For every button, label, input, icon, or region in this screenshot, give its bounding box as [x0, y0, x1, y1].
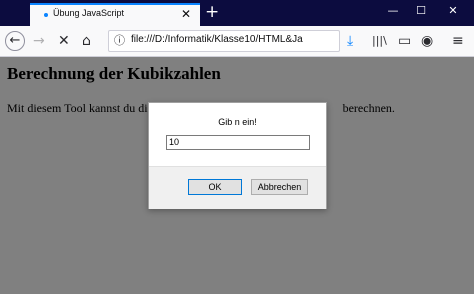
library-icon[interactable]: |||\ [372, 32, 387, 50]
account-icon[interactable]: ◉ [421, 32, 433, 50]
tab-close-icon[interactable]: ✕ [181, 7, 191, 21]
nav-toolbar: ← → ✕ ⌂ ⓘ file:///D:/Informatik/Klasse10… [0, 26, 474, 57]
menu-icon[interactable]: ≡ [452, 32, 464, 50]
stop-icon[interactable]: ✕ [58, 32, 70, 50]
new-tab-button[interactable]: + [205, 2, 219, 22]
forward-icon[interactable]: → [33, 32, 45, 50]
tab-active[interactable]: Übung JavaScript ✕ [30, 3, 200, 26]
ok-button[interactable]: OK [188, 179, 242, 195]
back-arrow-icon: ← [9, 33, 21, 48]
close-window-button[interactable]: ✕ [443, 4, 463, 17]
dialog-input[interactable]: 10 [166, 135, 310, 150]
prompt-dialog: Gib n ein! 10 OK Abbrechen [148, 102, 327, 209]
back-button[interactable]: ← [5, 31, 25, 51]
url-bar[interactable]: ⓘ file:///D:/Informatik/Klasse10/HTML&Ja [108, 30, 340, 52]
tab-active-indicator [30, 3, 200, 5]
maximize-button[interactable]: ☐ [411, 4, 431, 17]
page-heading: Berechnung der Kubikzahlen [7, 64, 221, 83]
info-icon[interactable]: ⓘ [114, 32, 125, 48]
url-text[interactable]: file:///D:/Informatik/Klasse10/HTML&Ja [131, 34, 336, 45]
dialog-prompt-text: Gib n ein! [218, 117, 257, 127]
tab-favicon-icon [44, 13, 48, 17]
sidebar-icon[interactable]: ▭ [398, 32, 411, 50]
title-bar: Übung JavaScript ✕ + — ☐ ✕ [0, 0, 474, 26]
tab-title: Übung JavaScript [53, 8, 125, 18]
cancel-button[interactable]: Abbrechen [251, 179, 308, 195]
paragraph-end: berechnen. [342, 101, 395, 115]
dialog-footer: OK Abbrechen [149, 166, 326, 209]
download-icon[interactable]: ⤓ [347, 32, 353, 50]
home-icon[interactable]: ⌂ [82, 32, 91, 50]
minimize-button[interactable]: — [383, 4, 403, 17]
paragraph-start: Mit diesem Tool kannst du di [7, 101, 148, 115]
